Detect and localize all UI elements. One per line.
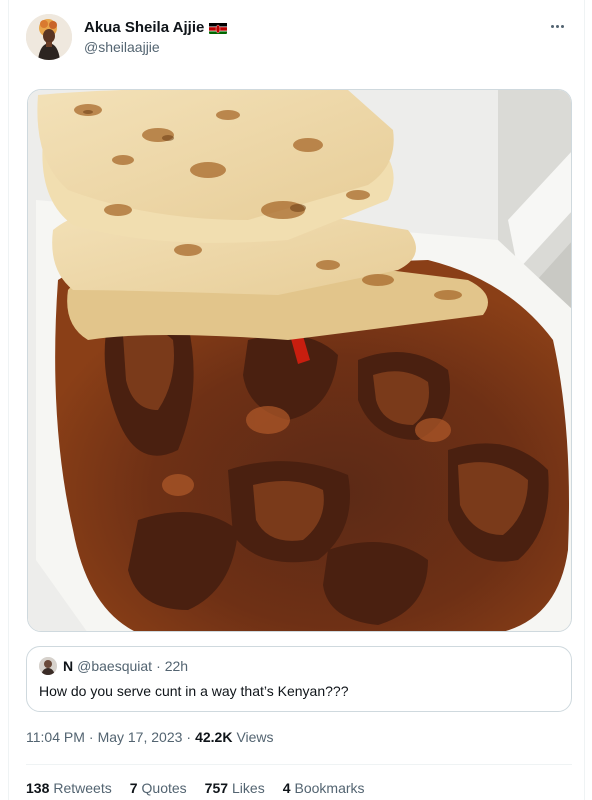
views-count: 42.2K bbox=[195, 729, 233, 745]
likes-label: Likes bbox=[232, 780, 265, 796]
author-block: Akua Sheila Ajjie @sheilaajjie bbox=[84, 19, 228, 55]
tweet-time[interactable]: 11:04 PM bbox=[26, 729, 85, 745]
quoted-author-avatar bbox=[39, 657, 57, 675]
kenya-flag-icon bbox=[209, 22, 228, 34]
bookmarks-stat[interactable]: 4 Bookmarks bbox=[283, 780, 365, 796]
retweets-label: Retweets bbox=[53, 780, 112, 796]
views-label: Views bbox=[236, 729, 274, 745]
quoted-author-handle: @baesquiat bbox=[77, 658, 153, 674]
quotes-label: Quotes bbox=[141, 780, 187, 796]
tweet-meta: 11:04 PM · May 17, 2023 · 42.2K Views bbox=[26, 729, 274, 745]
more-horizontal-icon[interactable] bbox=[544, 16, 570, 36]
meta-separator: · bbox=[88, 729, 94, 745]
quoted-tweet-header: N @baesquiat · 22h bbox=[39, 657, 188, 675]
author-handle[interactable]: @sheilaajjie bbox=[84, 39, 227, 55]
tweet-date[interactable]: May 17, 2023 bbox=[98, 729, 183, 745]
tweet-header: Akua Sheila Ajjie @sheilaajjie bbox=[26, 14, 574, 64]
author-name[interactable]: Akua Sheila Ajjie bbox=[84, 19, 204, 36]
quotes-count: 7 bbox=[129, 780, 138, 796]
retweets-stat[interactable]: 138 Retweets bbox=[26, 780, 112, 796]
timeline-border-left bbox=[8, 0, 9, 800]
likes-stat[interactable]: 757 Likes bbox=[205, 780, 265, 796]
tweet-stats: 138 Retweets 7 Quotes 757 Likes 4 Bookma… bbox=[26, 780, 365, 796]
quoted-time: 22h bbox=[164, 658, 189, 674]
bookmarks-count: 4 bbox=[282, 780, 291, 796]
likes-count: 757 bbox=[204, 780, 229, 796]
food-photo[interactable] bbox=[27, 89, 572, 632]
timeline-border-right bbox=[584, 0, 585, 800]
quoted-tweet[interactable]: N @baesquiat · 22h How do you serve cunt… bbox=[26, 646, 572, 712]
quotes-stat[interactable]: 7 Quotes bbox=[130, 780, 187, 796]
retweets-count: 138 bbox=[26, 780, 50, 796]
divider bbox=[26, 764, 572, 765]
quoted-author-name: N bbox=[63, 658, 74, 674]
bookmarks-label: Bookmarks bbox=[294, 780, 365, 796]
meta-separator: · bbox=[186, 729, 192, 745]
quoted-tweet-text: How do you serve cunt in a way that’s Ke… bbox=[39, 683, 349, 699]
author-avatar[interactable] bbox=[26, 14, 72, 60]
author-name-row: Akua Sheila Ajjie bbox=[84, 19, 228, 36]
quoted-separator: · bbox=[156, 658, 161, 674]
